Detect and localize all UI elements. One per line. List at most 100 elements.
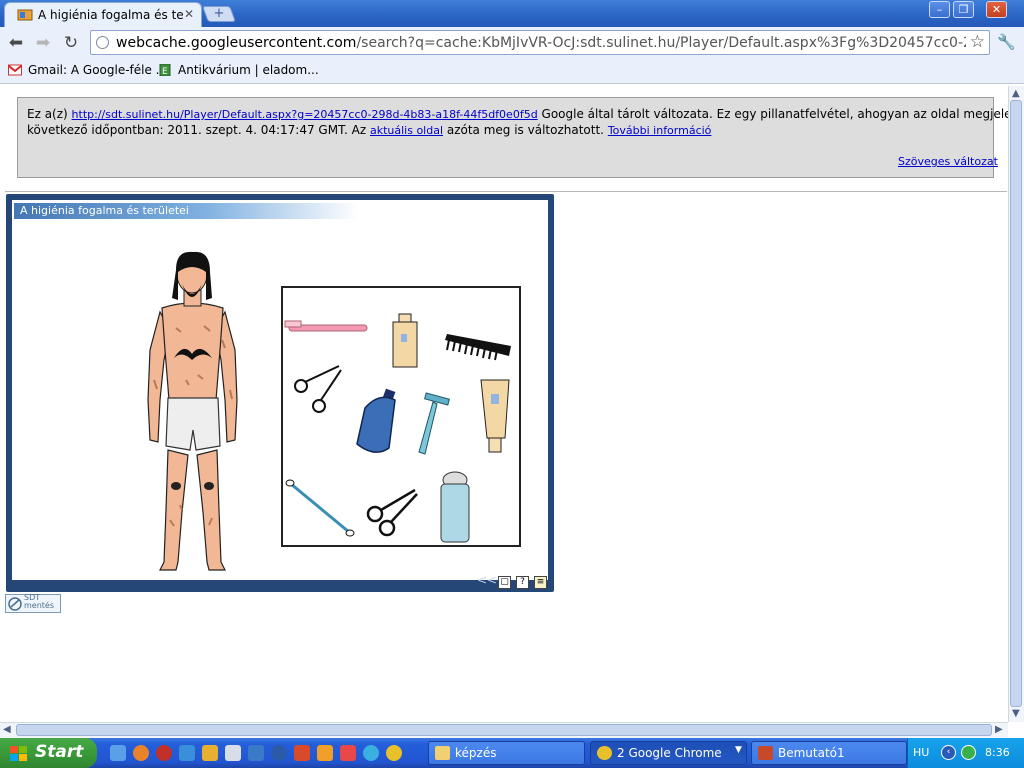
gmail-icon xyxy=(8,64,22,76)
chrome-icon xyxy=(597,746,612,760)
new-tab-button[interactable]: + xyxy=(202,6,236,22)
taskbar-item-bemutato[interactable]: Bemutató1 xyxy=(751,741,907,765)
deodorant-item[interactable] xyxy=(440,471,470,543)
task-label: Bemutató1 xyxy=(778,746,845,760)
taskbar-item-kepzes[interactable]: képzés xyxy=(428,741,585,765)
quicklaunch-paint-icon[interactable] xyxy=(340,745,356,761)
minimize-button[interactable]: – xyxy=(929,1,950,18)
razor-item[interactable] xyxy=(418,392,450,455)
chevron-down-icon: ▼ xyxy=(735,745,742,755)
cache-prefix: Ez a(z) xyxy=(27,107,68,121)
man-figure-illustration xyxy=(147,251,238,571)
player-title: A higiénia fogalma és területei xyxy=(20,204,189,217)
plus-icon: + xyxy=(213,6,225,21)
cache-text-2b: azóta meg is változhatott. xyxy=(446,123,604,137)
current-page-link[interactable]: aktuális oldal xyxy=(370,124,443,137)
cache-line-1: Ez a(z) http://sdt.sulinet.hu/Player/Def… xyxy=(27,107,1024,121)
quicklaunch-desktop-icon[interactable] xyxy=(110,745,126,761)
bookmark-label: Gmail: A Google-féle ... xyxy=(28,63,168,77)
scroll-left-arrow-icon[interactable]: ◀ xyxy=(3,724,11,735)
player-controls: << ▢ ? ≡ xyxy=(470,574,552,591)
wrench-menu-icon[interactable]: 🔧 xyxy=(997,33,1016,51)
bookmark-label: Antikvárium | eladom... xyxy=(178,63,319,77)
quicklaunch-disk-icon[interactable] xyxy=(225,745,241,761)
tab-close-icon[interactable]: ✕ xyxy=(184,7,194,21)
player-help-button[interactable]: ? xyxy=(516,576,529,589)
language-indicator[interactable]: HU xyxy=(913,746,929,759)
hygiene-items-drawing xyxy=(284,313,511,543)
cache-line-2: következő időpontban: 2011. szept. 4. 04… xyxy=(27,123,711,137)
task-label: 2 Google Chrome xyxy=(617,746,722,760)
scroll-up-arrow-icon[interactable]: ▲ xyxy=(1012,88,1020,99)
folder-icon xyxy=(435,746,450,760)
cached-source-link[interactable]: http://sdt.sulinet.hu/Player/Default.asp… xyxy=(72,108,538,121)
quicklaunch-ie-icon[interactable] xyxy=(363,745,379,761)
horizontal-scroll-thumb[interactable] xyxy=(16,724,992,736)
url-path: /search?q=cache:KbMjIvVR-OcJ:sdt.sulinet… xyxy=(356,35,966,51)
bookmark-star-icon[interactable]: ☆ xyxy=(970,32,985,52)
svg-text:E: E xyxy=(162,67,168,76)
arrow-right-icon: ➡ xyxy=(35,33,51,53)
cache-text-2a: következő időpontban: 2011. szept. 4. 04… xyxy=(27,123,367,137)
perfume-bottle-item[interactable] xyxy=(392,313,418,368)
cache-text-1: Google által tárolt változata. Ez egy pi… xyxy=(541,107,1024,121)
google-cache-notice: Ez a(z) http://sdt.sulinet.hu/Player/Def… xyxy=(17,97,1024,178)
bookmark-antikvarium[interactable]: E Antikvárium | eladom... xyxy=(158,63,319,77)
globe-icon xyxy=(96,36,109,49)
tray-expand-icon[interactable]: ‹ xyxy=(941,745,956,760)
quicklaunch-clock-icon[interactable] xyxy=(317,745,333,761)
page-favicon xyxy=(17,9,33,21)
forward-button[interactable]: ➡ xyxy=(32,33,54,53)
start-button[interactable]: Start xyxy=(0,738,97,768)
sdt-logo: SDT mentés xyxy=(5,594,61,613)
more-info-link[interactable]: További információ xyxy=(608,124,712,137)
quicklaunch-chrome-icon[interactable] xyxy=(386,745,402,761)
taskbar-item-chrome[interactable]: 2 Google Chrome ▼ xyxy=(590,741,747,765)
quicklaunch-tools-icon[interactable] xyxy=(202,745,218,761)
quicklaunch-magnifier-icon[interactable] xyxy=(248,745,264,761)
maximize-button[interactable]: ❐ xyxy=(953,1,974,18)
text-version-link[interactable]: Szöveges változat xyxy=(898,155,998,168)
bookmark-page-icon: E xyxy=(159,64,171,76)
vertical-scroll-thumb[interactable] xyxy=(1010,100,1022,707)
scroll-right-arrow-icon[interactable]: ▶ xyxy=(995,724,1003,735)
url-text[interactable]: webcache.googleusercontent.com/search?q=… xyxy=(116,35,966,51)
arrow-left-icon: ⬅ xyxy=(8,33,24,53)
nail-scissors-item[interactable] xyxy=(294,365,342,413)
close-window-button[interactable]: ✕ xyxy=(986,1,1007,18)
reload-button[interactable]: ↻ xyxy=(60,33,82,53)
divider xyxy=(5,191,1007,192)
player-back-button[interactable]: << xyxy=(477,574,497,586)
quicklaunch-opera-icon[interactable] xyxy=(156,745,172,761)
browser-tab[interactable]: A higiénia fogalma és területei ✕ xyxy=(4,2,202,27)
url-host: webcache.googleusercontent.com xyxy=(116,35,357,51)
reload-icon: ↻ xyxy=(63,33,79,53)
tray-network-icon[interactable] xyxy=(961,745,976,760)
cream-tube-item[interactable] xyxy=(480,379,510,453)
player-notes-icon[interactable]: ≡ xyxy=(534,576,547,589)
powerpoint-icon xyxy=(758,746,773,760)
player-window-icon[interactable]: ▢ xyxy=(498,576,511,589)
quicklaunch-firefox-icon[interactable] xyxy=(133,745,149,761)
player-title-bar: A higiénia fogalma és területei xyxy=(14,203,359,219)
cotton-swab-item[interactable] xyxy=(285,479,355,537)
bookmark-gmail[interactable]: Gmail: A Google-féle ... xyxy=(8,63,167,77)
clock: 8:36 xyxy=(985,746,1010,759)
scissors-item[interactable] xyxy=(366,488,418,537)
sdt-logo-text: SDT mentés xyxy=(24,593,55,610)
shampoo-bottle-item[interactable] xyxy=(356,388,396,453)
address-bar[interactable]: webcache.googleusercontent.com/search?q=… xyxy=(90,30,990,55)
quicklaunch-media-icon[interactable] xyxy=(271,745,287,761)
quicklaunch-search-icon[interactable] xyxy=(179,745,195,761)
start-label: Start xyxy=(35,742,84,762)
windows-flag-icon xyxy=(10,746,27,761)
sdt-logo-icon xyxy=(8,597,22,611)
cache-line-3: Szöveges változat xyxy=(898,154,998,168)
task-label: képzés xyxy=(455,746,497,760)
comb-item[interactable] xyxy=(445,334,511,361)
back-button[interactable]: ⬅ xyxy=(5,33,27,53)
tab-title: A higiénia fogalma és területei xyxy=(38,8,183,22)
scroll-down-arrow-icon[interactable]: ▼ xyxy=(1012,708,1020,719)
toothbrush-item[interactable] xyxy=(284,320,368,332)
quicklaunch-mail-icon[interactable] xyxy=(294,745,310,761)
